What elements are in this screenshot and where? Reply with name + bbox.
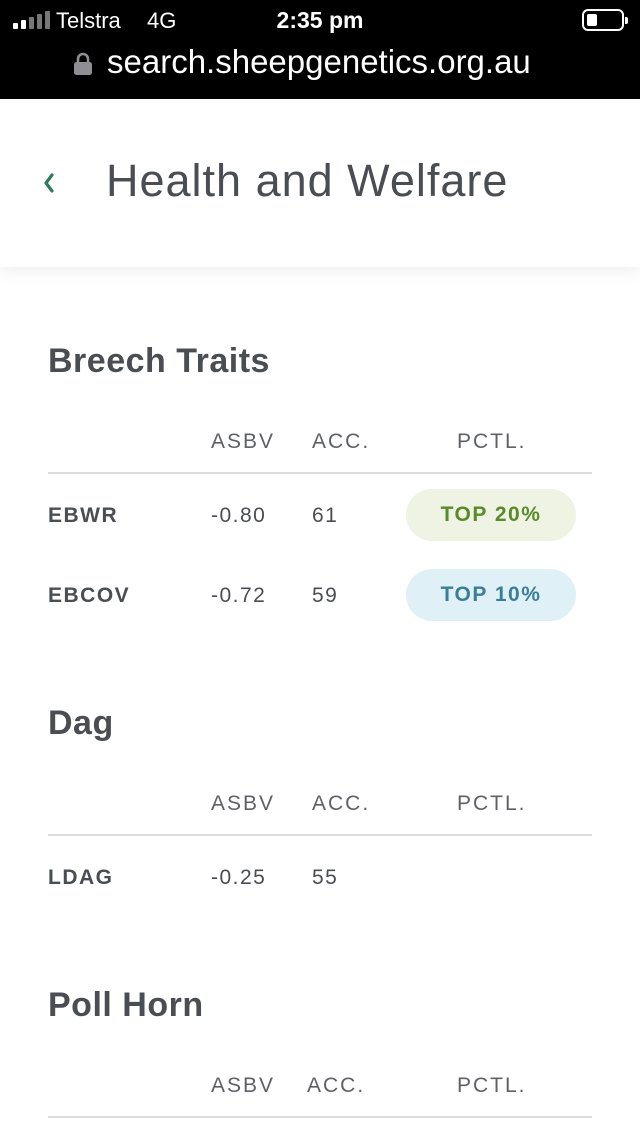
url-text[interactable]: search.sheepgenetics.org.au <box>107 43 531 81</box>
page-title: Health and Welfare <box>106 155 509 206</box>
battery-level <box>587 14 597 26</box>
percentile-badge: TOP 10% <box>406 569 576 621</box>
asbv-value: -0.80 <box>211 504 267 527</box>
trait-name: LDAG <box>48 866 114 889</box>
column-header-pctl: PCTL. <box>457 430 527 453</box>
browser-chrome: Telstra 4G 2:35 pm search.sheepgenetics.… <box>0 0 640 99</box>
table-divider <box>48 1116 592 1118</box>
section-dag: Dag ASBV ACC. PCTL. LDAG -0.25 55 <box>48 700 592 920</box>
chevron-left-icon[interactable] <box>40 165 68 201</box>
table-divider <box>48 472 592 474</box>
section-breech-traits: Breech Traits ASBV ACC. PCTL. EBWR -0.80… <box>48 338 592 638</box>
trait-name: EBCOV <box>48 584 131 607</box>
column-header-acc: ACC. <box>307 1074 366 1097</box>
asbv-value: -0.72 <box>211 584 267 607</box>
battery-icon <box>582 9 628 31</box>
column-header-asbv: ASBV <box>211 1074 276 1097</box>
percentile-badge: TOP 20% <box>406 489 576 541</box>
asbv-value: -0.25 <box>211 866 267 889</box>
page-header: Health and Welfare <box>0 99 640 267</box>
section-poll-horn: Poll Horn ASBV ACC. PCTL. <box>48 982 592 1132</box>
section-title: Breech Traits <box>48 342 270 380</box>
column-header-pctl: PCTL. <box>457 1074 527 1097</box>
column-header-asbv: ASBV <box>211 792 276 815</box>
column-header-asbv: ASBV <box>211 430 276 453</box>
section-title: Dag <box>48 704 114 742</box>
table-divider <box>48 834 592 836</box>
acc-value: 61 <box>312 504 339 527</box>
column-header-acc: ACC. <box>312 792 371 815</box>
status-time: 2:35 pm <box>276 7 364 33</box>
acc-value: 55 <box>312 866 339 889</box>
address-bar[interactable]: search.sheepgenetics.org.au <box>0 40 640 88</box>
section-title: Poll Horn <box>48 986 204 1024</box>
column-header-acc: ACC. <box>312 430 371 453</box>
trait-name: EBWR <box>48 504 119 527</box>
column-header-pctl: PCTL. <box>457 792 527 815</box>
lock-icon <box>74 52 92 75</box>
status-bar: Telstra 4G 2:35 pm <box>0 0 640 40</box>
acc-value: 59 <box>312 584 339 607</box>
